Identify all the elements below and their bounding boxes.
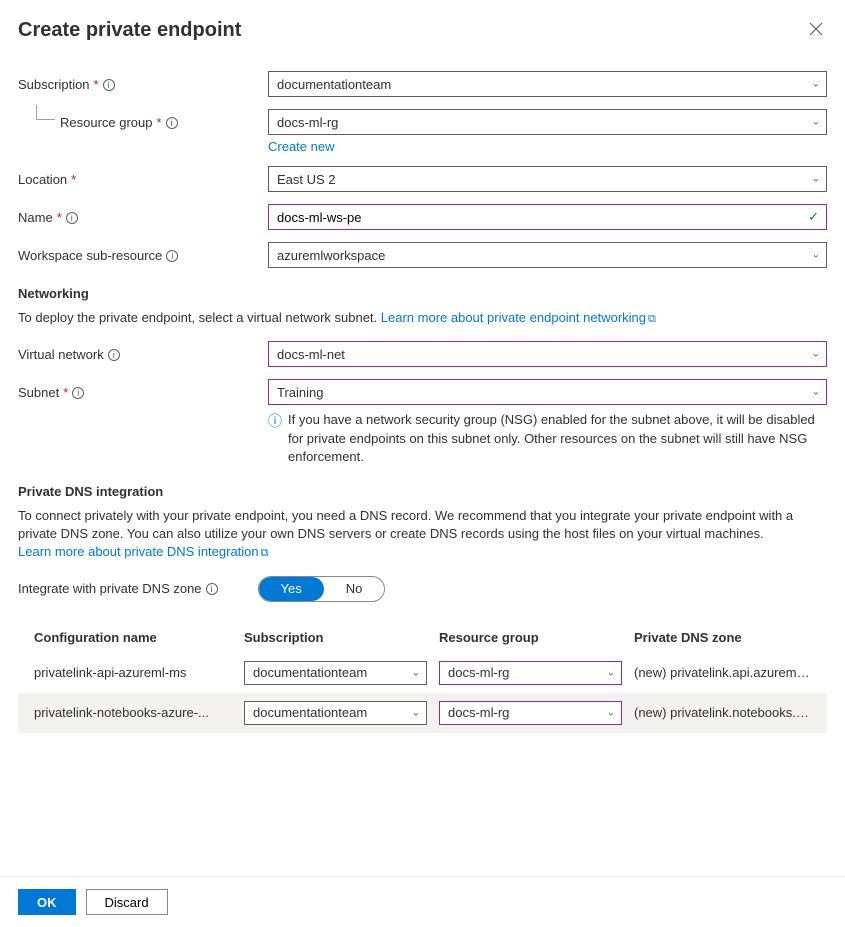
info-icon[interactable]: i [108, 349, 120, 361]
row-dns: (new) privatelink.api.azureml.... [628, 661, 817, 684]
row-rg-dropdown[interactable]: docs-ml-rg ⌄ [439, 701, 622, 725]
networking-learn-more-text: Learn more about private endpoint networ… [381, 310, 646, 325]
info-bullet-icon: ⓘ [268, 412, 282, 466]
chevron-down-icon: ⌄ [812, 250, 820, 261]
external-link-icon: ⧉ [261, 547, 269, 559]
subresource-label: Workspace sub-resource [18, 248, 162, 263]
row-subscription-dropdown[interactable]: documentationteam ⌄ [244, 701, 427, 725]
nsg-note: If you have a network security group (NS… [288, 411, 827, 466]
required-marker: * [63, 385, 68, 400]
location-dropdown[interactable]: East US 2 ⌄ [268, 166, 827, 192]
row-rg-dropdown[interactable]: docs-ml-rg ⌄ [439, 661, 622, 685]
row-rg-value: docs-ml-rg [448, 665, 509, 680]
row-subscription-value: documentationteam [253, 665, 367, 680]
resourcegroup-dropdown[interactable]: docs-ml-rg ⌄ [268, 109, 827, 135]
chevron-down-icon: ⌄ [812, 79, 820, 90]
create-new-link[interactable]: Create new [268, 139, 334, 154]
chevron-down-icon: ⌄ [412, 707, 420, 718]
subnet-dropdown[interactable]: Training ⌄ [268, 379, 827, 405]
dns-config-table: Configuration name Subscription Resource… [18, 622, 827, 733]
toggle-no[interactable]: No [324, 577, 385, 601]
required-marker: * [94, 77, 99, 92]
chevron-down-icon: ⌄ [812, 174, 820, 185]
vnet-value: docs-ml-net [277, 347, 345, 362]
row-subscription-value: documentationteam [253, 705, 367, 720]
subscription-label: Subscription [18, 77, 90, 92]
dns-learn-more-text: Learn more about private DNS integration [18, 544, 259, 559]
chevron-down-icon: ⌄ [812, 117, 820, 128]
ok-button[interactable]: OK [18, 889, 76, 915]
integrate-toggle[interactable]: Yes No [258, 576, 386, 602]
subnet-value: Training [277, 385, 323, 400]
resourcegroup-label: Resource group [60, 115, 153, 130]
location-value: East US 2 [277, 172, 336, 187]
info-icon[interactable]: i [166, 250, 178, 262]
th-dns: Private DNS zone [628, 622, 817, 653]
panel-title: Create private endpoint [18, 19, 241, 42]
external-link-icon: ⧉ [648, 313, 656, 325]
subscription-value: documentationteam [277, 77, 391, 92]
chevron-down-icon: ⌄ [412, 667, 420, 678]
subresource-dropdown[interactable]: azuremlworkspace ⌄ [268, 242, 827, 268]
table-row-config: privatelink-notebooks-azure-... [28, 701, 238, 724]
networking-desc: To deploy the private endpoint, select a… [18, 309, 827, 327]
info-icon[interactable]: i [206, 583, 218, 595]
th-config: Configuration name [28, 622, 238, 653]
info-icon[interactable]: i [166, 117, 178, 129]
vnet-label: Virtual network [18, 347, 104, 362]
toggle-yes[interactable]: Yes [259, 577, 324, 601]
name-input[interactable] [268, 204, 827, 230]
info-icon[interactable]: i [66, 212, 78, 224]
table-row-config: privatelink-api-azureml-ms [28, 661, 238, 684]
subresource-value: azuremlworkspace [277, 248, 385, 263]
resourcegroup-value: docs-ml-rg [277, 115, 338, 130]
chevron-down-icon: ⌄ [607, 667, 615, 678]
chevron-down-icon: ⌄ [812, 349, 820, 360]
name-label: Name [18, 210, 53, 225]
subnet-label: Subnet [18, 385, 59, 400]
required-marker: * [157, 115, 162, 130]
chevron-down-icon: ⌄ [812, 387, 820, 398]
networking-learn-more-link[interactable]: Learn more about private endpoint networ… [381, 310, 656, 325]
dns-learn-more-link[interactable]: Learn more about private DNS integration… [18, 544, 269, 559]
subscription-dropdown[interactable]: documentationteam ⌄ [268, 71, 827, 97]
th-rg: Resource group [433, 622, 628, 653]
th-sub: Subscription [238, 622, 433, 653]
dns-desc: To connect privately with your private e… [18, 508, 793, 541]
dns-heading: Private DNS integration [18, 484, 827, 499]
networking-heading: Networking [18, 286, 827, 301]
chevron-down-icon: ⌄ [607, 707, 615, 718]
checkmark-icon: ✓ [808, 209, 819, 225]
row-rg-value: docs-ml-rg [448, 705, 509, 720]
required-marker: * [71, 172, 76, 187]
vnet-dropdown[interactable]: docs-ml-net ⌄ [268, 341, 827, 367]
integrate-toggle-label: Integrate with private DNS zone [18, 581, 202, 596]
row-subscription-dropdown[interactable]: documentationteam ⌄ [244, 661, 427, 685]
info-icon[interactable]: i [103, 79, 115, 91]
close-icon[interactable] [805, 18, 827, 43]
row-dns: (new) privatelink.notebooks.a... [628, 701, 817, 724]
required-marker: * [57, 210, 62, 225]
networking-desc-text: To deploy the private endpoint, select a… [18, 310, 381, 325]
location-label: Location [18, 172, 67, 187]
discard-button[interactable]: Discard [86, 889, 168, 915]
info-icon[interactable]: i [72, 387, 84, 399]
